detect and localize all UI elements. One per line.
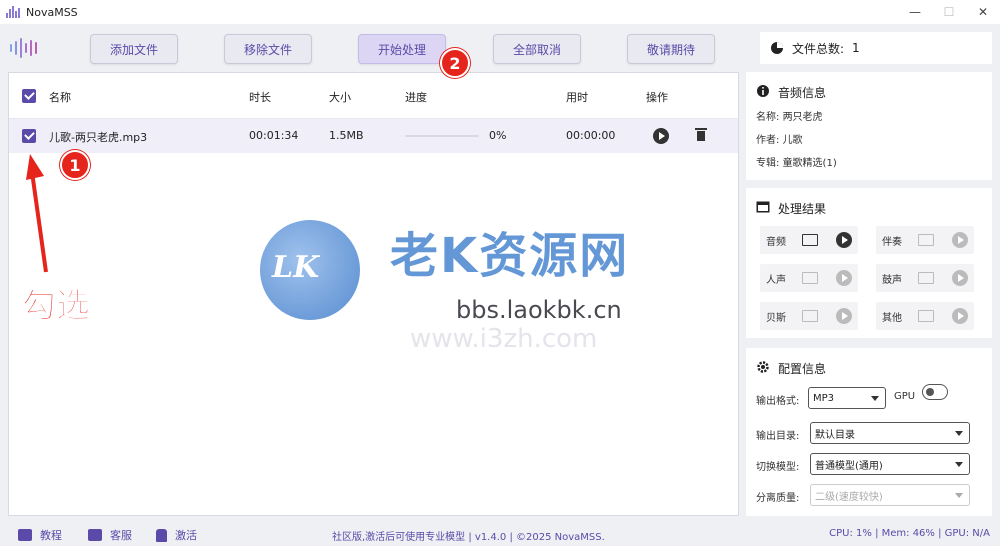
config-title: 配置信息 [778, 362, 827, 376]
result-cell: 鼓声 [876, 264, 974, 292]
chat-icon [88, 529, 102, 541]
tutorial-icon [18, 529, 32, 541]
file-count-label: 文件总数: [792, 41, 845, 56]
table-header: 名称 时长 大小 进度 用时 操作 [9, 73, 738, 119]
row-progress-text: 0% [489, 129, 507, 142]
table-row[interactable]: 儿歌-两只老虎.mp3 00:01:34 1.5MB 0% 00:00:00 [9, 119, 738, 153]
play-icon[interactable] [836, 308, 852, 324]
format-select[interactable]: MP3 [808, 387, 886, 409]
result-label: 音频 [766, 237, 786, 248]
annotation-label: 勾选 [22, 286, 91, 327]
play-icon[interactable] [653, 128, 669, 144]
system-stats: CPU: 1% | Mem: 46% | GPU: N/A [829, 528, 990, 539]
gear-icon [757, 361, 769, 373]
row-size: 1.5MB [329, 129, 364, 142]
annotation-arrow-icon [26, 154, 48, 273]
audio-info-name: 名称: 两只老虎 [756, 112, 823, 123]
annotation-step-2: 2 [440, 48, 470, 78]
config-panel: 配置信息 输出格式: MP3 GPU 输出目录: 默认目录 切换模型: 普通模型… [746, 348, 992, 516]
audio-info-album: 专辑: 童歌精选(1) [756, 158, 837, 169]
title-bar: NovaMSS — ☐ ✕ [0, 0, 1000, 24]
trash-icon[interactable] [695, 127, 707, 143]
folder-icon[interactable] [802, 234, 818, 246]
audio-info-title: 音频信息 [778, 86, 827, 100]
header-progress: 进度 [405, 91, 427, 104]
header-name: 名称 [49, 91, 71, 104]
start-processing-button[interactable]: 开始处理 [358, 34, 446, 64]
result-cell: 人声 [760, 264, 858, 292]
folder-icon[interactable] [918, 310, 934, 322]
info-icon [757, 85, 769, 97]
activate-link[interactable]: 激活 [156, 527, 197, 543]
header-actions: 操作 [646, 91, 668, 104]
status-bar: 教程 客服 激活 社区版,激活后可使用专业模型 | v1.4.0 | ©2025… [0, 522, 1000, 546]
version-info: 社区版,激活后可使用专业模型 | v1.4.0 | ©2025 NovaMSS. [332, 532, 605, 543]
result-label: 伴奏 [882, 237, 902, 248]
gpu-label: GPU [894, 391, 916, 402]
support-link[interactable]: 客服 [88, 527, 132, 543]
pie-chart-icon [771, 42, 783, 54]
folder-icon[interactable] [918, 234, 934, 246]
model-select[interactable]: 普通模型(通用) [810, 453, 970, 475]
output-dir-select[interactable]: 默认目录 [810, 422, 970, 444]
row-elapsed: 00:00:00 [566, 129, 616, 142]
maximize-button[interactable]: ☐ [932, 0, 966, 24]
close-button[interactable]: ✕ [966, 0, 1000, 24]
remove-files-button[interactable]: 移除文件 [224, 34, 312, 64]
result-cell: 贝斯 [760, 302, 858, 330]
play-icon[interactable] [836, 232, 852, 248]
model-label: 切换模型: [756, 462, 800, 473]
results-title: 处理结果 [778, 202, 827, 216]
row-checkbox[interactable] [22, 129, 36, 143]
annotation-step-1: 1 [60, 150, 90, 180]
folder-icon[interactable] [802, 272, 818, 284]
lock-icon [156, 528, 167, 542]
result-cell: 伴奏 [876, 226, 974, 254]
app-logo-icon [6, 6, 20, 18]
cancel-all-button[interactable]: 全部取消 [493, 34, 581, 64]
select-all-checkbox[interactable] [22, 89, 36, 103]
folder-icon[interactable] [802, 310, 818, 322]
toolbar: 添加文件 移除文件 开始处理 全部取消 敬请期待 [0, 24, 745, 70]
result-cell: 其他 [876, 302, 974, 330]
file-count-value: 1 [852, 41, 860, 55]
header-duration: 时长 [249, 91, 271, 104]
header-size: 大小 [329, 91, 351, 104]
audio-info-author: 作者: 儿歌 [756, 135, 803, 146]
audio-info-panel: 音频信息 名称: 两只老虎 作者: 儿歌 专辑: 童歌精选(1) [746, 72, 992, 180]
waveform-logo-icon [10, 38, 44, 58]
minimize-button[interactable]: — [898, 0, 932, 24]
play-icon[interactable] [952, 270, 968, 286]
window-title: NovaMSS [26, 5, 78, 19]
file-table: 名称 时长 大小 进度 用时 操作 儿歌-两只老虎.mp3 00:01:34 1… [8, 72, 739, 516]
row-name: 儿歌-两只老虎.mp3 [49, 131, 148, 144]
quality-select[interactable]: 二级(速度较快) [810, 484, 970, 506]
tutorial-link[interactable]: 教程 [18, 527, 62, 543]
result-label: 贝斯 [766, 313, 786, 324]
gpu-toggle[interactable] [922, 384, 948, 400]
quality-label: 分离质量: [756, 493, 800, 504]
header-elapsed: 用时 [566, 91, 588, 104]
format-label: 输出格式: [756, 396, 800, 407]
result-label: 人声 [766, 275, 786, 286]
output-dir-label: 输出目录: [756, 431, 800, 442]
result-cell: 音频 [760, 226, 858, 254]
row-progress-bar [405, 135, 479, 137]
play-icon[interactable] [836, 270, 852, 286]
window-controls: — ☐ ✕ [898, 0, 1000, 24]
folder-icon[interactable] [918, 272, 934, 284]
play-icon[interactable] [952, 308, 968, 324]
file-count-panel: 文件总数: 1 [760, 32, 992, 64]
coming-soon-button[interactable]: 敬请期待 [627, 34, 715, 64]
row-duration: 00:01:34 [249, 129, 299, 142]
add-files-button[interactable]: 添加文件 [90, 34, 178, 64]
results-window-icon [756, 201, 770, 213]
results-panel: 处理结果 音频 伴奏人声 鼓声贝斯 其他 [746, 188, 992, 338]
play-icon[interactable] [952, 232, 968, 248]
result-label: 其他 [882, 313, 902, 324]
result-label: 鼓声 [882, 275, 902, 286]
